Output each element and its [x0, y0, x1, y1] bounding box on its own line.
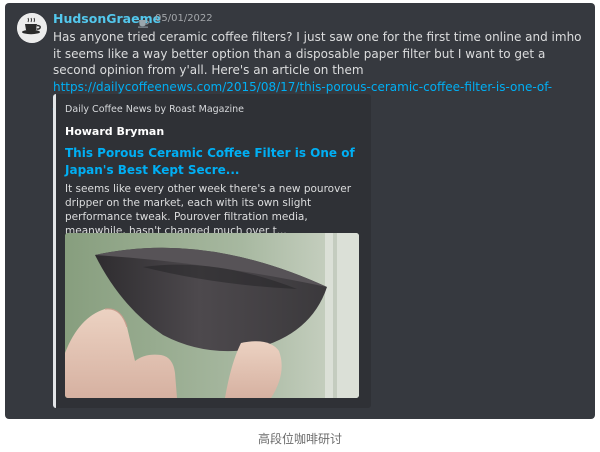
chat-message-card: HudsonGraeme 05/01/2022 Has anyone tried… [5, 3, 595, 419]
message-timestamp: 05/01/2022 [155, 13, 213, 24]
image-caption: 高段位咖啡研讨 [257, 432, 342, 446]
embed-author[interactable]: Howard Bryman [65, 125, 164, 139]
message-text: Has anyone tried ceramic coffee filters?… [53, 30, 582, 77]
user-avatar[interactable] [17, 13, 47, 43]
embed-description: It seems like every other week there's a… [65, 183, 352, 237]
embed-accent-bar [53, 94, 56, 408]
link-embed: Daily Coffee News by Roast Magazine Howa… [53, 94, 371, 408]
embed-image[interactable] [65, 233, 359, 398]
embed-title[interactable]: This Porous Ceramic Coffee Filter is One… [65, 145, 361, 179]
embed-provider[interactable]: Daily Coffee News by Roast Magazine [65, 104, 244, 116]
